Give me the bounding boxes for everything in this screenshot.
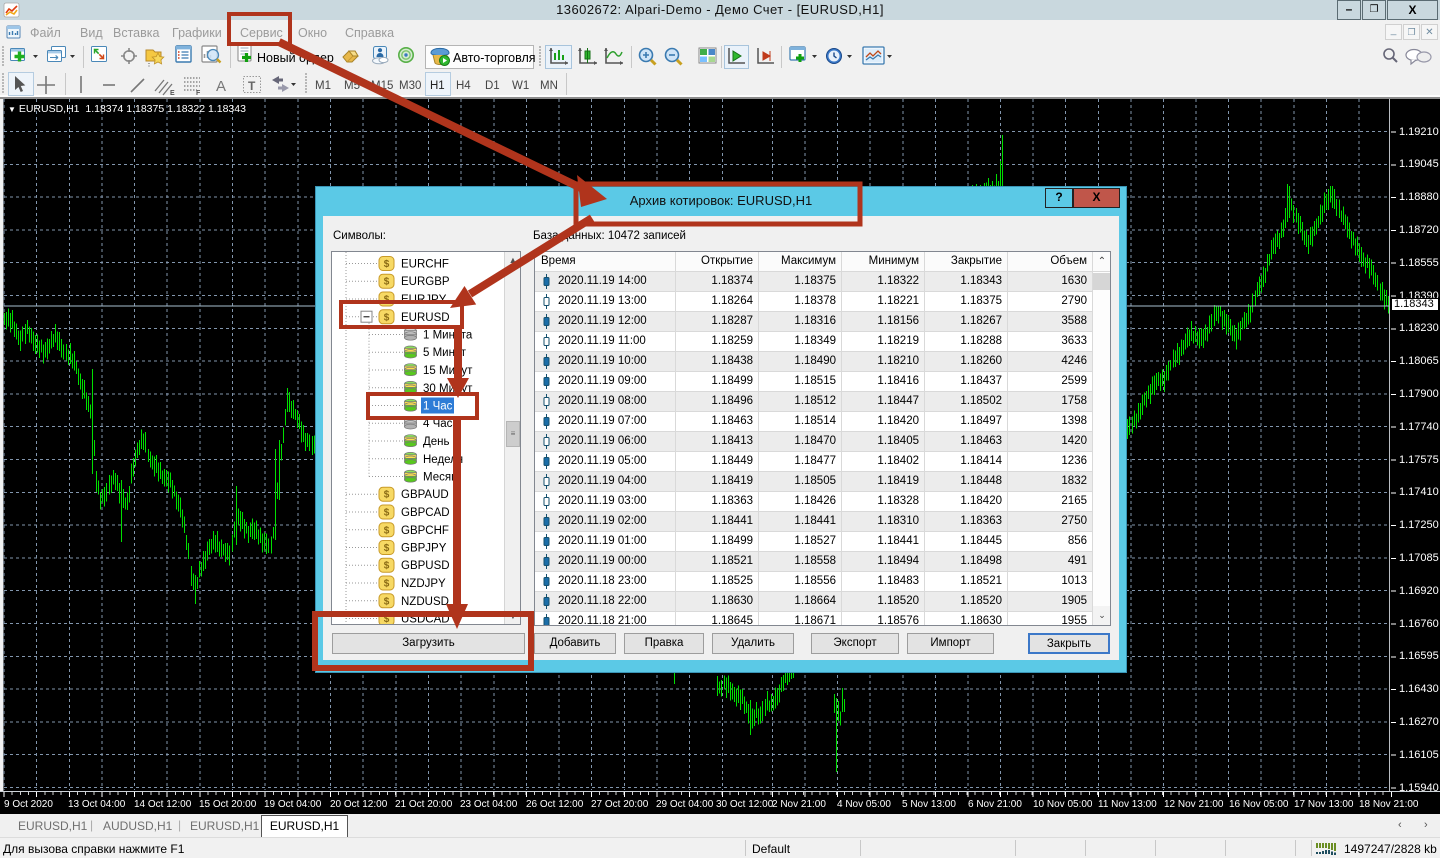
svg-text:$: $ [384, 596, 390, 607]
svg-text:EURJPY: EURJPY [401, 294, 447, 306]
svg-text:M30: M30 [399, 80, 421, 92]
svg-text:$: $ [384, 490, 390, 501]
svg-text:MN: MN [540, 80, 558, 92]
svg-text:Месяц: Месяц [423, 472, 458, 484]
svg-text:T: T [248, 79, 256, 93]
svg-text:15 Минут: 15 Минут [423, 365, 473, 377]
svg-text:GBPUSD: GBPUSD [401, 560, 450, 572]
svg-text:$: $ [384, 525, 390, 536]
svg-text:$: $ [384, 277, 390, 288]
svg-text:$: $ [384, 312, 390, 323]
svg-text:F: F [196, 90, 201, 97]
svg-text:M15: M15 [371, 80, 393, 92]
svg-text:GBPCHF: GBPCHF [401, 525, 449, 537]
svg-text:GBPCAD: GBPCAD [401, 507, 450, 519]
svg-text:NZDUSD: NZDUSD [401, 596, 449, 608]
svg-text:$: $ [384, 561, 390, 572]
svg-text:Авто-торговля: Авто-торговля [453, 51, 536, 65]
svg-text:Новый ордер: Новый ордер [257, 51, 334, 65]
svg-text:A: A [216, 78, 226, 95]
svg-text:1 Минута: 1 Минута [423, 330, 473, 342]
svg-text:$: $ [384, 543, 390, 554]
svg-text:H1: H1 [430, 80, 445, 92]
svg-text:$: $ [384, 295, 390, 306]
svg-text:W1: W1 [512, 80, 529, 92]
svg-text:$: $ [384, 579, 390, 590]
svg-text:5 Минут: 5 Минут [423, 347, 467, 359]
svg-text:30 Минут: 30 Минут [423, 383, 473, 395]
svg-text:Неделя: Неделя [423, 454, 463, 466]
svg-text:NZDJPY: NZDJPY [401, 578, 446, 590]
svg-text:EURCHF: EURCHF [401, 259, 449, 271]
svg-text:E: E [170, 90, 175, 97]
svg-text:4 Часа: 4 Часа [423, 418, 459, 430]
svg-text:EURGBP: EURGBP [401, 276, 450, 288]
svg-text:GBPAUD: GBPAUD [401, 489, 449, 501]
svg-text:$: $ [384, 508, 390, 519]
svg-text:USDCAD: USDCAD [401, 614, 450, 625]
svg-text:GBPJPY: GBPJPY [401, 543, 447, 555]
svg-text:День: День [423, 436, 450, 448]
svg-text:M5: M5 [344, 80, 360, 92]
svg-text:1 Час: 1 Час [423, 401, 453, 413]
svg-text:M1: M1 [315, 80, 331, 92]
svg-text:$: $ [384, 614, 390, 624]
svg-text:H4: H4 [456, 80, 471, 92]
svg-text:EURUSD: EURUSD [401, 312, 450, 324]
svg-text:D1: D1 [485, 80, 500, 92]
svg-text:$: $ [384, 259, 390, 270]
